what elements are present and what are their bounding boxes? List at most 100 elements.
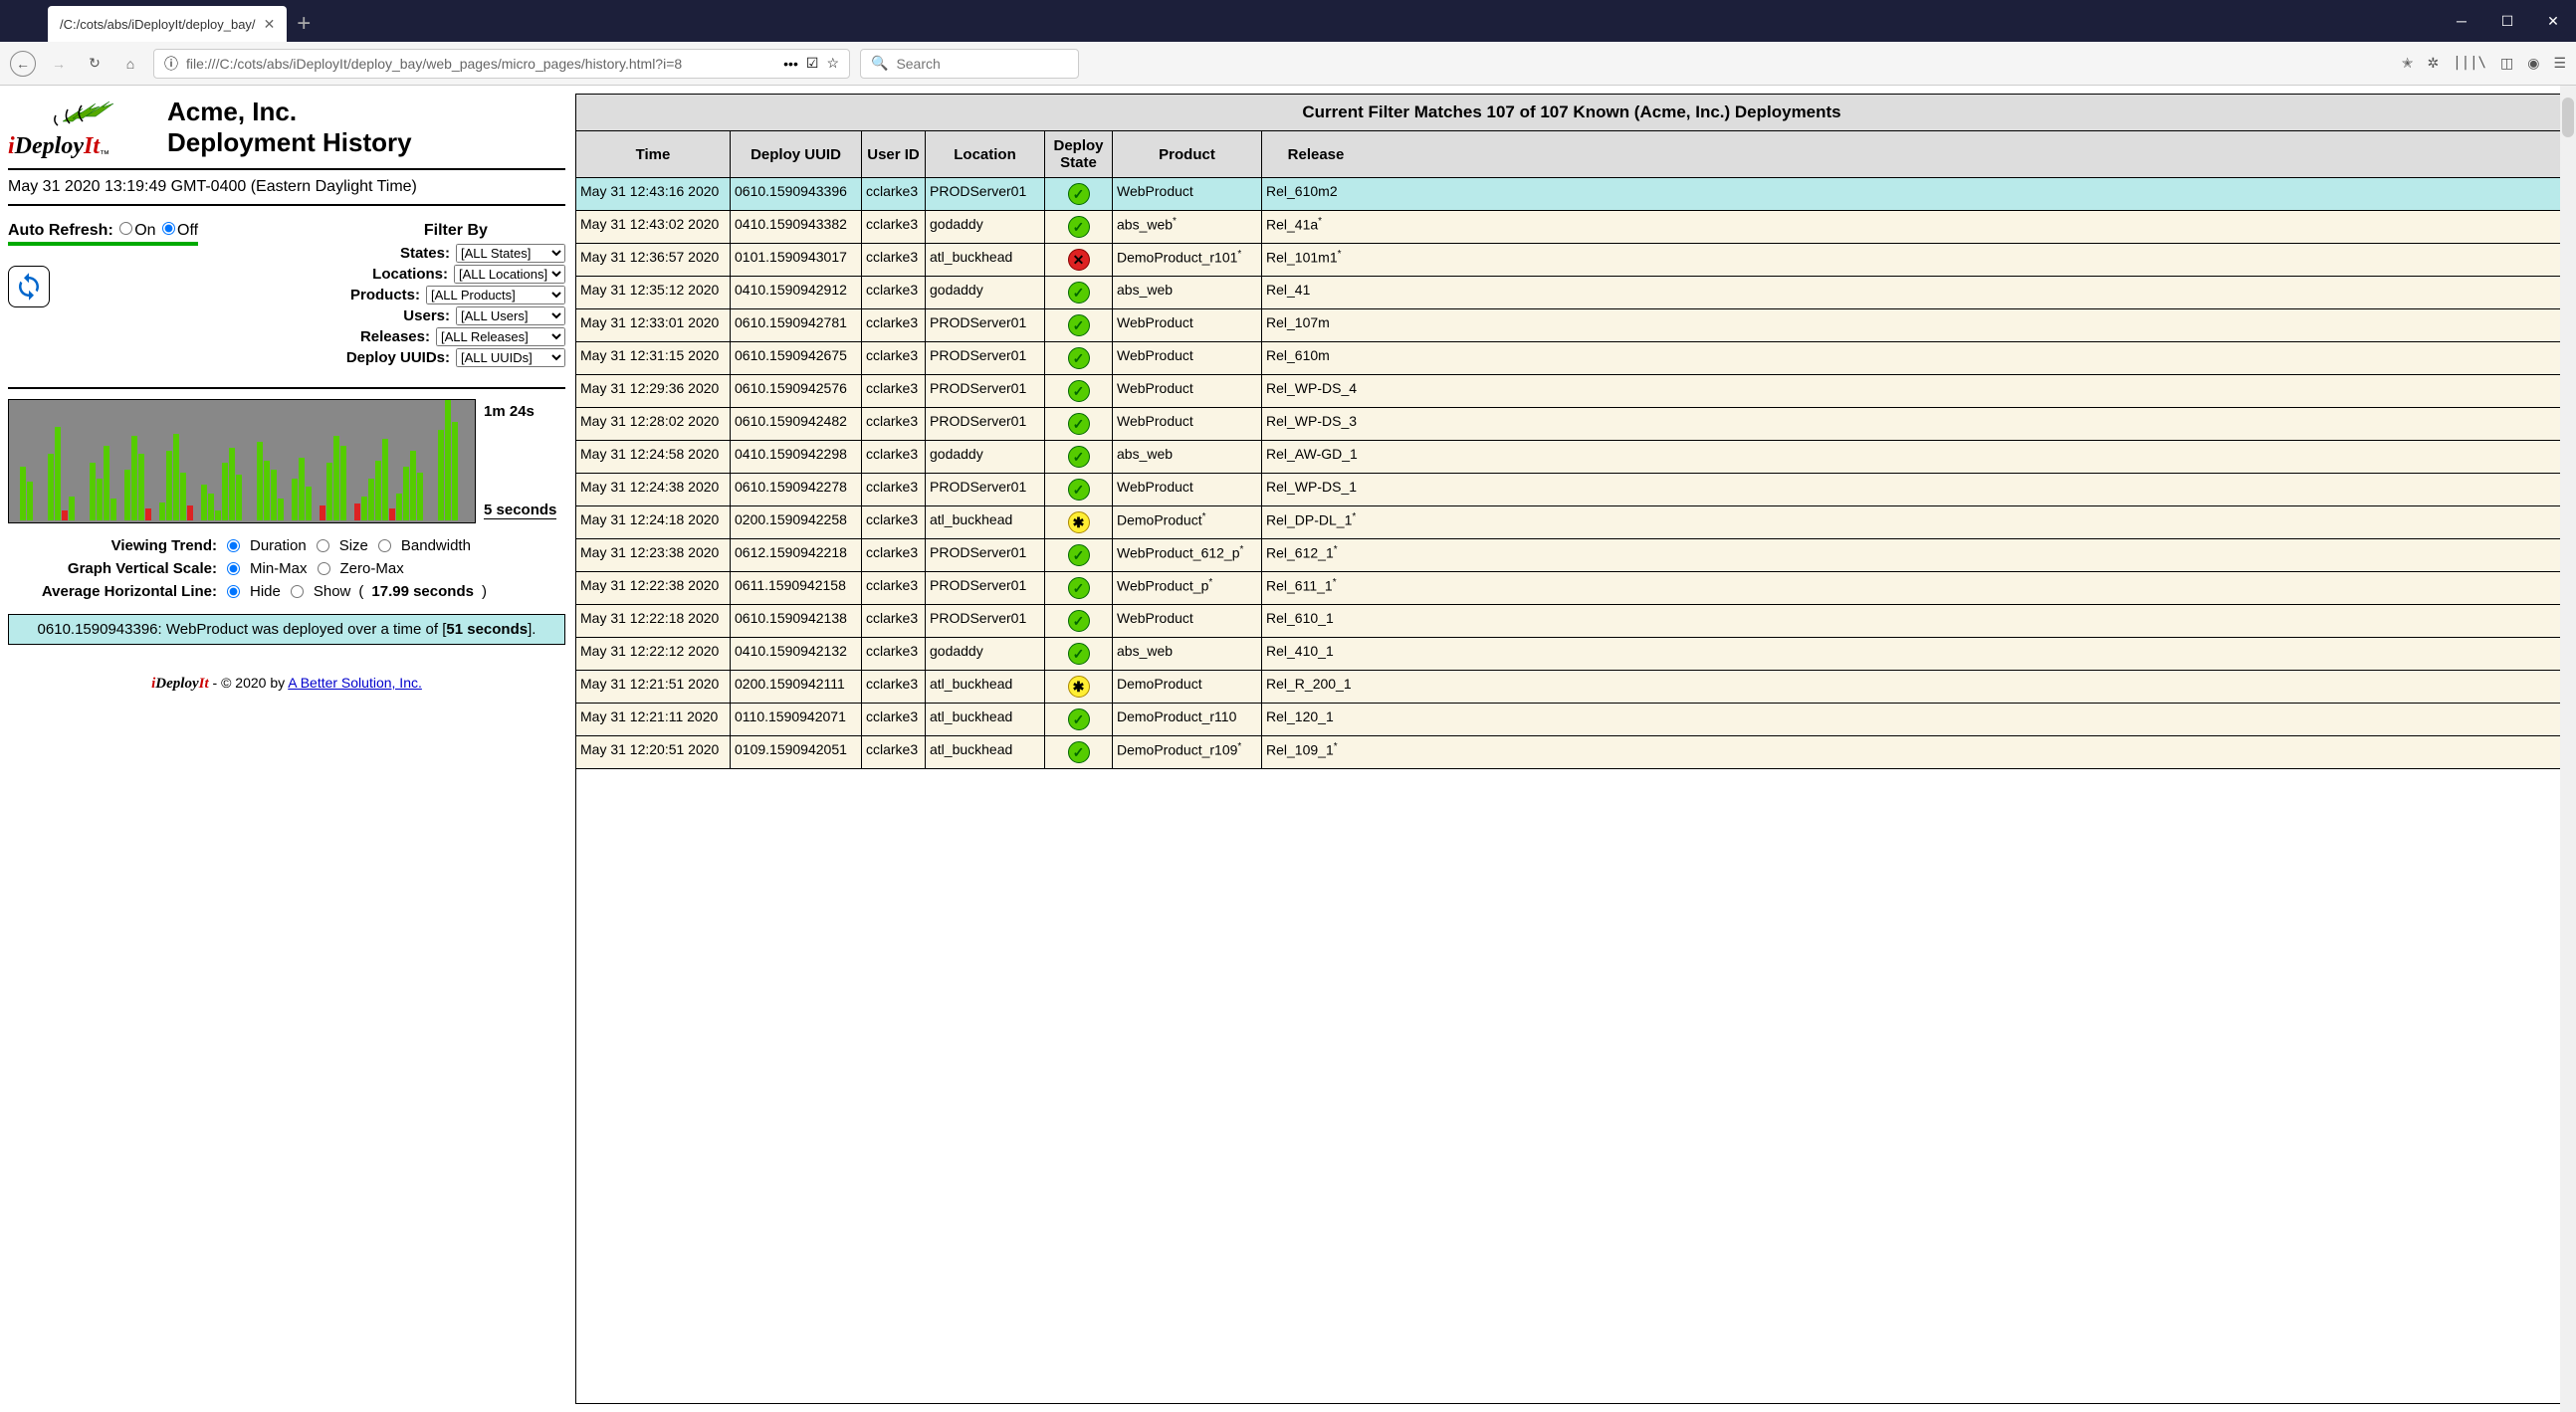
cell-uuid: 0610.1590942482 <box>731 408 862 440</box>
home-button[interactable]: ⌂ <box>117 51 143 77</box>
table-row[interactable]: May 31 12:21:51 20200200.1590942111cclar… <box>576 671 2567 704</box>
cell-state: ✕ <box>1045 244 1113 276</box>
page-scrollbar[interactable] <box>2560 86 2576 1412</box>
sidebar-icon[interactable]: ◫ <box>2500 55 2513 72</box>
library-icon[interactable]: |||\ <box>2453 55 2486 72</box>
header-user[interactable]: User ID <box>862 131 926 177</box>
footer: iDeployIt - © 2020 by A Better Solution,… <box>8 675 565 693</box>
cell-time: May 31 12:43:16 2020 <box>576 178 731 210</box>
new-tab-button[interactable]: + <box>297 10 311 38</box>
filter-states-select[interactable]: [ALL States] <box>456 244 565 263</box>
minimize-icon[interactable]: ─ <box>2439 6 2484 36</box>
header-location[interactable]: Location <box>926 131 1045 177</box>
chart-bar <box>173 434 179 520</box>
url-bar[interactable]: ⓘ file:///C:/cots/abs/iDeployIt/deploy_b… <box>153 49 850 79</box>
table-row[interactable]: May 31 12:29:36 20200610.1590942576cclar… <box>576 375 2567 408</box>
filter-releases-select[interactable]: [ALL Releases] <box>436 327 565 346</box>
cell-release: Rel_612_1* <box>1262 539 1370 571</box>
trend-duration-radio[interactable] <box>227 539 240 552</box>
cell-user: cclarke3 <box>862 211 926 243</box>
table-row[interactable]: May 31 12:43:02 20200410.1590943382cclar… <box>576 211 2567 244</box>
table-row[interactable]: May 31 12:33:01 20200610.1590942781cclar… <box>576 309 2567 342</box>
table-row[interactable]: May 31 12:36:57 20200101.1590943017cclar… <box>576 244 2567 277</box>
auto-refresh-on-radio[interactable] <box>119 222 132 235</box>
filter-users-label: Users: <box>403 307 450 324</box>
auto-refresh-off-radio[interactable] <box>162 222 175 235</box>
refresh-button[interactable] <box>8 266 50 307</box>
gear-icon[interactable]: ✲ <box>2428 55 2440 72</box>
star-icon[interactable]: ☆ <box>826 55 839 72</box>
cell-user: cclarke3 <box>862 342 926 374</box>
back-button[interactable]: ← <box>10 51 36 77</box>
more-icon[interactable]: ••• <box>783 56 798 72</box>
trend-bandwidth-radio[interactable] <box>378 539 391 552</box>
maximize-icon[interactable]: ☐ <box>2484 6 2530 36</box>
table-row[interactable]: May 31 12:20:51 20200109.1590942051cclar… <box>576 736 2567 769</box>
bookmark-star-icon[interactable]: ✭ <box>2402 55 2414 72</box>
header-release[interactable]: Release <box>1262 131 1370 177</box>
table-row[interactable]: May 31 12:22:38 20200611.1590942158cclar… <box>576 572 2567 605</box>
browser-tab[interactable]: /C:/cots/abs/iDeployIt/deploy_bay/ ✕ <box>48 6 287 42</box>
chart-bar <box>389 508 395 520</box>
url-text: file:///C:/cots/abs/iDeployIt/deploy_bay… <box>186 56 775 72</box>
table-row[interactable]: May 31 12:24:38 20200610.1590942278cclar… <box>576 474 2567 506</box>
filter-locations-select[interactable]: [ALL Locations] <box>454 265 565 284</box>
header-state[interactable]: Deploy State <box>1045 131 1113 177</box>
search-input[interactable] <box>896 56 1076 72</box>
search-bar[interactable]: 🔍 <box>860 49 1079 79</box>
reader-icon[interactable]: ☑ <box>806 55 819 72</box>
auto-refresh-label: Auto Refresh: <box>8 222 113 239</box>
trend-size-radio[interactable] <box>317 539 329 552</box>
cell-state: ✓ <box>1045 277 1113 308</box>
chart-bar <box>292 479 298 520</box>
cell-uuid: 0610.1590942278 <box>731 474 862 505</box>
avg-hide-radio[interactable] <box>227 585 240 598</box>
table-row[interactable]: May 31 12:21:11 20200110.1590942071cclar… <box>576 704 2567 736</box>
table-body[interactable]: May 31 12:43:16 20200610.1590943396cclar… <box>576 178 2567 1403</box>
tab-title: /C:/cots/abs/iDeployIt/deploy_bay/ <box>60 17 256 32</box>
info-icon[interactable]: ⓘ <box>164 54 178 74</box>
table-row[interactable]: May 31 12:22:12 20200410.1590942132cclar… <box>576 638 2567 671</box>
reload-button[interactable]: ↻ <box>82 51 107 77</box>
cell-state: ✓ <box>1045 342 1113 374</box>
cell-uuid: 0610.1590942138 <box>731 605 862 637</box>
cell-product: abs_web* <box>1113 211 1262 243</box>
filter-users-select[interactable]: [ALL Users] <box>456 306 565 325</box>
scale-minmax-radio[interactable] <box>227 562 240 575</box>
filter-uuids-select[interactable]: [ALL UUIDs] <box>456 348 565 367</box>
forward-button[interactable]: → <box>46 51 72 77</box>
header-product[interactable]: Product <box>1113 131 1262 177</box>
table-row[interactable]: May 31 12:23:38 20200612.1590942218cclar… <box>576 539 2567 572</box>
table-row[interactable]: May 31 12:43:16 20200610.1590943396cclar… <box>576 178 2567 211</box>
footer-company-link[interactable]: A Better Solution, Inc. <box>288 675 422 691</box>
cell-product: WebProduct_p* <box>1113 572 1262 604</box>
state-ok-icon: ✓ <box>1068 577 1090 599</box>
chart-bar <box>131 436 137 520</box>
table-row[interactable]: May 31 12:31:15 20200610.1590942675cclar… <box>576 342 2567 375</box>
cell-product: abs_web <box>1113 277 1262 308</box>
close-window-icon[interactable]: ✕ <box>2530 6 2576 36</box>
cell-user: cclarke3 <box>862 736 926 768</box>
state-ok-icon: ✓ <box>1068 216 1090 238</box>
cell-time: May 31 12:23:38 2020 <box>576 539 731 571</box>
filter-products-select[interactable]: [ALL Products] <box>426 286 565 304</box>
chart-bar <box>208 494 214 520</box>
close-icon[interactable]: ✕ <box>264 16 276 33</box>
table-row[interactable]: May 31 12:22:18 20200610.1590942138cclar… <box>576 605 2567 638</box>
table-row[interactable]: May 31 12:35:12 20200410.1590942912cclar… <box>576 277 2567 309</box>
cell-product: WebProduct <box>1113 178 1262 210</box>
scale-zeromax-radio[interactable] <box>318 562 330 575</box>
cell-release: Rel_41 <box>1262 277 1370 308</box>
header-uuid[interactable]: Deploy UUID <box>731 131 862 177</box>
menu-icon[interactable]: ☰ <box>2553 55 2566 72</box>
filter-states-label: States: <box>400 245 450 262</box>
cell-product: WebProduct_612_p* <box>1113 539 1262 571</box>
avg-show-radio[interactable] <box>291 585 304 598</box>
cell-user: cclarke3 <box>862 474 926 505</box>
table-row[interactable]: May 31 12:24:58 20200410.1590942298cclar… <box>576 441 2567 474</box>
header-time[interactable]: Time <box>576 131 731 177</box>
table-row[interactable]: May 31 12:28:02 20200610.1590942482cclar… <box>576 408 2567 441</box>
table-row[interactable]: May 31 12:24:18 20200200.1590942258cclar… <box>576 506 2567 539</box>
cell-state: ✓ <box>1045 211 1113 243</box>
account-icon[interactable]: ◉ <box>2527 55 2539 72</box>
